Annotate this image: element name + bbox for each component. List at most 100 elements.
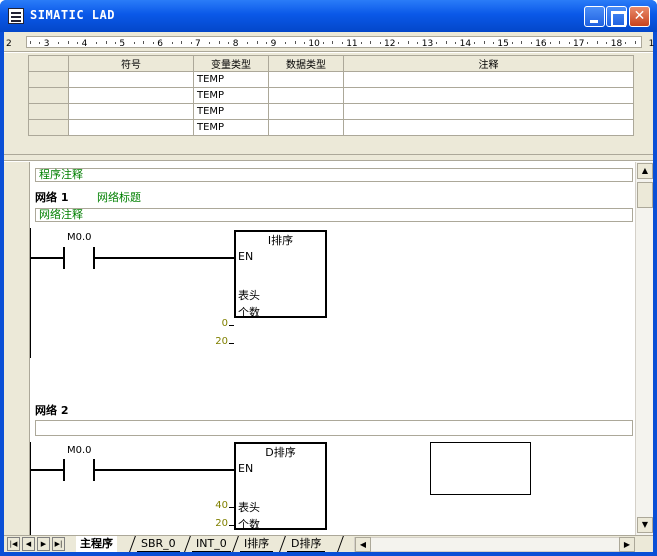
ruler-tick <box>105 41 107 44</box>
network-2-comment[interactable] <box>35 420 633 436</box>
ruler-tick <box>133 42 135 44</box>
input-value[interactable]: 0 <box>200 318 228 329</box>
ruler-number: 2 <box>6 39 12 49</box>
col-header-symbol[interactable]: 符号 <box>68 55 194 72</box>
tab-separator <box>232 536 239 552</box>
ruler-tick <box>360 42 362 44</box>
tab-d-sort[interactable]: D排序 <box>287 536 326 552</box>
tab-separator <box>337 536 344 552</box>
ruler-number: 12 <box>384 39 396 49</box>
tab-main-program[interactable]: 主程序 <box>76 536 117 552</box>
title-bar[interactable]: SIMATIC LAD <box>0 0 657 32</box>
ruler-track: 2 3 4 5 6 7 8 9 10 11 12 13 14 15 16 17 18 1 <box>6 36 654 49</box>
wire <box>31 469 64 471</box>
network-1-title[interactable]: 网络标题 <box>97 189 141 205</box>
ruler-tick <box>266 42 268 44</box>
comment-cell[interactable] <box>343 119 634 136</box>
table-row[interactable]: TEMP <box>28 87 634 104</box>
ruler-number: 14 <box>459 39 472 49</box>
contact-left-bar[interactable] <box>63 247 65 269</box>
symbol-cell[interactable] <box>68 119 194 136</box>
wire <box>95 469 235 471</box>
network-1-comment[interactable]: 网络注释 <box>35 208 633 222</box>
table-row[interactable]: TEMP <box>28 119 634 136</box>
ruler-tick <box>77 42 79 44</box>
function-block[interactable]: I排序 EN 表头 个数 <box>234 230 327 319</box>
enable-input-label: EN <box>238 250 254 263</box>
contact-left-bar[interactable] <box>63 459 65 481</box>
data-type-cell[interactable] <box>268 71 344 88</box>
col-header-comment[interactable]: 注释 <box>343 55 634 72</box>
program-comment[interactable]: 程序注释 <box>35 168 633 182</box>
close-button[interactable] <box>629 6 650 27</box>
power-rail <box>30 228 31 358</box>
ruler-number: 9 <box>270 39 277 49</box>
scroll-left-arrow-icon[interactable]: ◀ <box>355 537 371 552</box>
ruler-number: 18 <box>610 39 623 49</box>
contact-address[interactable]: M0.0 <box>67 232 92 243</box>
comment-cell[interactable] <box>343 71 634 88</box>
scroll-thumb[interactable] <box>637 182 653 208</box>
tab-i-sort[interactable]: I排序 <box>240 536 274 552</box>
var-type-cell[interactable]: TEMP <box>193 119 269 136</box>
ruler-tick <box>407 41 409 44</box>
row-header[interactable] <box>28 119 69 136</box>
data-type-cell[interactable] <box>268 119 344 136</box>
ruler-tick <box>332 41 334 44</box>
data-type-cell[interactable] <box>268 87 344 104</box>
col-header-var-type[interactable]: 变量类型 <box>193 55 269 72</box>
empty-output-box[interactable] <box>430 442 531 495</box>
input-value[interactable]: 40 <box>200 500 228 511</box>
contact-address[interactable]: M0.0 <box>67 445 92 456</box>
function-block[interactable]: D排序 EN 表头 个数 <box>234 442 327 531</box>
tab-sbr-0[interactable]: SBR_0 <box>137 536 180 552</box>
splitter-bar[interactable] <box>4 155 653 161</box>
network-2-label[interactable]: 网络 2 <box>35 402 68 418</box>
next-tab-icon[interactable]: ▶ <box>37 537 50 551</box>
ruler-tick <box>530 42 532 44</box>
tab-separator <box>279 536 286 552</box>
ruler-tick <box>114 42 116 44</box>
symbol-cell[interactable] <box>68 71 194 88</box>
input-pin-label: 表头 <box>238 501 260 514</box>
last-tab-icon[interactable]: ▶| <box>52 537 65 551</box>
ruler-tick <box>67 41 69 44</box>
ruler-tick <box>445 41 447 44</box>
ruler-tick <box>171 42 173 44</box>
vertical-scrollbar[interactable]: ▲ ▼ <box>635 162 653 535</box>
ruler-tick <box>58 42 60 44</box>
var-type-cell[interactable]: TEMP <box>193 87 269 104</box>
input-value[interactable]: 20 <box>200 518 228 529</box>
table-row[interactable]: TEMP <box>28 71 634 88</box>
comment-cell[interactable] <box>343 87 634 104</box>
row-header[interactable] <box>28 71 69 88</box>
ruler-number: 8 <box>232 39 239 49</box>
data-type-cell[interactable] <box>268 103 344 120</box>
row-header[interactable] <box>28 103 69 120</box>
ruler-number: 4 <box>81 39 88 49</box>
table-header-row: 符号 变量类型 数据类型 注释 <box>28 55 634 72</box>
symbol-cell[interactable] <box>68 87 194 104</box>
var-type-cell[interactable]: TEMP <box>193 103 269 120</box>
table-row[interactable]: TEMP <box>28 103 634 120</box>
scroll-up-arrow-icon[interactable]: ▲ <box>637 163 653 179</box>
scroll-right-arrow-icon[interactable]: ▶ <box>619 537 635 552</box>
var-type-cell[interactable]: TEMP <box>193 71 269 88</box>
prev-tab-icon[interactable]: ◀ <box>22 537 35 551</box>
network-1-label[interactable]: 网络 1 <box>35 189 68 205</box>
scroll-down-arrow-icon[interactable]: ▼ <box>637 517 653 533</box>
comment-cell[interactable] <box>343 103 634 120</box>
first-tab-icon[interactable]: |◀ <box>7 537 20 551</box>
ruler-tick <box>596 41 598 44</box>
symbol-cell[interactable] <box>68 103 194 120</box>
maximize-button[interactable] <box>606 6 627 27</box>
tab-int-0[interactable]: INT_0 <box>192 536 231 552</box>
minimize-button[interactable] <box>584 6 605 27</box>
input-value[interactable]: 20 <box>200 336 228 347</box>
row-header[interactable] <box>28 87 69 104</box>
ruler-tick <box>303 42 305 44</box>
col-header-data-type[interactable]: 数据类型 <box>268 55 344 72</box>
ladder-editor[interactable]: 程序注释 网络 1 网络标题 网络注释 M0.0 I排序 EN 表头 个数 0 … <box>4 162 653 535</box>
horizontal-scrollbar[interactable]: ◀ ▶ <box>354 537 635 552</box>
ruler-number: 7 <box>195 39 201 49</box>
